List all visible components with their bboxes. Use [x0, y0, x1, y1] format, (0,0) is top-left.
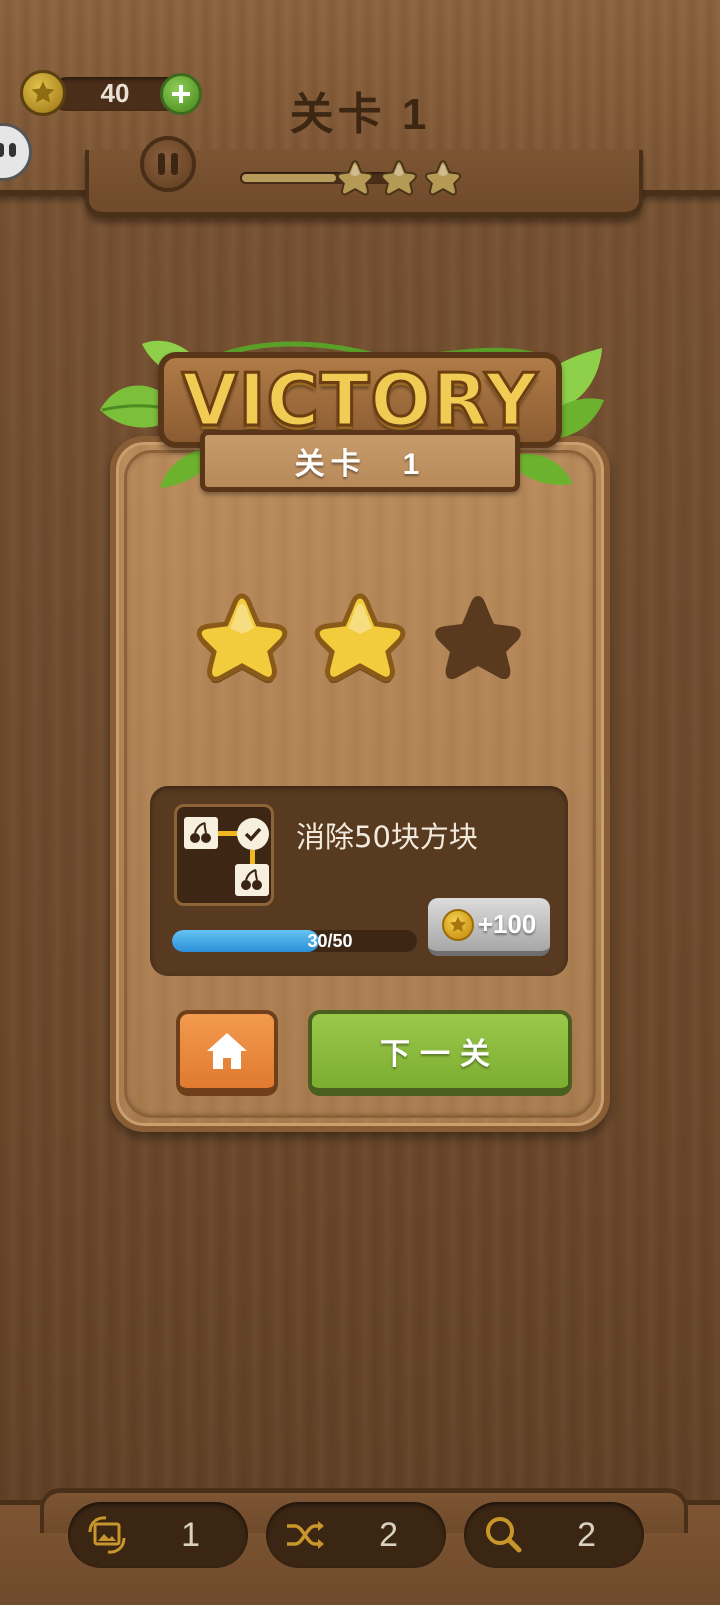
- mission-text: 消除50块方块: [296, 820, 478, 854]
- level-progress-star-icon: [380, 160, 418, 196]
- result-star-filled-icon: [314, 593, 406, 684]
- claim-reward-button[interactable]: +100: [428, 898, 550, 956]
- pause-button[interactable]: [140, 136, 196, 192]
- connector-line: [250, 850, 255, 864]
- mission-progress-bar: 30/50: [172, 930, 417, 952]
- mission-progress-text: 30/50: [307, 931, 353, 951]
- pause-icon: [158, 153, 165, 175]
- pause-icon: [171, 153, 178, 175]
- bubble-eye: [0, 143, 4, 157]
- level-progress-star-icon: [336, 160, 374, 196]
- result-stars: [0, 590, 720, 686]
- tool-count: 2: [577, 1516, 596, 1554]
- result-star-empty-icon: [435, 596, 521, 680]
- cherry-tile-icon: [184, 817, 218, 849]
- level-progress-stars: [335, 158, 463, 198]
- level-progress-fill: [242, 174, 336, 182]
- next-level-button[interactable]: 下一关: [308, 1010, 572, 1096]
- tool-search[interactable]: 2: [464, 1502, 644, 1568]
- coin-icon: [441, 908, 474, 941]
- level-title: 关卡 1: [289, 90, 431, 139]
- tool-shuffle[interactable]: 2: [266, 1502, 446, 1568]
- image-swap-icon: [88, 1516, 126, 1554]
- result-star-filled-icon: [196, 593, 288, 684]
- shuffle-icon: [287, 1521, 324, 1549]
- home-button[interactable]: [176, 1010, 278, 1096]
- cherry-tile-icon: [235, 864, 269, 896]
- reward-amount: +100: [477, 909, 537, 939]
- level-progress-star-icon: [424, 160, 462, 196]
- connector-line: [218, 831, 238, 836]
- victory-level-label: 关卡 1: [200, 430, 520, 492]
- mission-icon: [174, 804, 274, 906]
- tool-count: 2: [379, 1516, 398, 1554]
- tool-count: 1: [181, 1516, 200, 1554]
- check-icon: [237, 818, 269, 850]
- home-icon: [207, 1033, 247, 1069]
- bubble-eye: [9, 143, 16, 157]
- search-icon: [486, 1517, 522, 1553]
- tool-image-swap[interactable]: 1: [68, 1502, 248, 1568]
- mission-box: 消除50块方块 30/50 +100: [150, 786, 568, 976]
